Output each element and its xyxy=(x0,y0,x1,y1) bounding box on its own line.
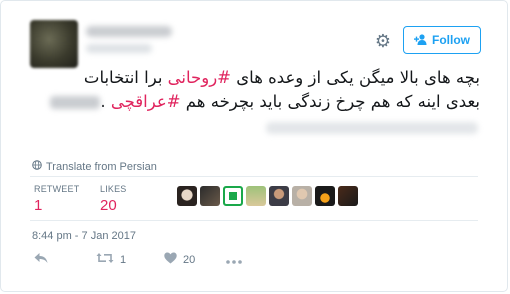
reply-icon xyxy=(34,252,48,268)
more-icon xyxy=(226,252,242,268)
liker-avatar[interactable] xyxy=(200,186,220,206)
user-name-redacted[interactable] xyxy=(86,26,172,37)
like-button[interactable]: 20 xyxy=(164,252,195,268)
likes-stat[interactable]: LIKES 20 xyxy=(100,184,127,214)
tweet-timestamp[interactable]: 8:44 pm - 7 Jan 2017 xyxy=(32,230,136,242)
liker-avatar[interactable] xyxy=(246,186,266,206)
divider-top xyxy=(30,176,478,177)
add-user-icon xyxy=(414,33,427,47)
liker-avatar[interactable] xyxy=(269,186,289,206)
hashtag-araghchi[interactable]: #عراقچی xyxy=(111,92,181,111)
liker-avatar[interactable] xyxy=(223,186,243,206)
redacted-word xyxy=(50,96,101,109)
follow-button[interactable]: Follow xyxy=(403,26,481,54)
hashtag-rouhani[interactable]: #روحانی xyxy=(168,68,231,87)
gear-icon[interactable]: ⚙ xyxy=(374,32,392,50)
heart-icon-svg xyxy=(164,252,177,264)
more-options-button[interactable] xyxy=(226,252,242,268)
reply-button[interactable] xyxy=(34,252,48,268)
retweet-icon xyxy=(96,252,114,268)
tweet-line1-pre: بچه های بالا میگن یکی از وعده های xyxy=(231,68,480,87)
liker-avatar[interactable] xyxy=(177,186,197,206)
retweet-stat-count: 1 xyxy=(34,197,43,214)
add-user-icon-svg xyxy=(414,33,427,45)
likes-stat-label: LIKES xyxy=(100,184,127,194)
tweet-line-2: بعدی اینه که هم چرخ زندگی باید بچرخه هم … xyxy=(30,90,480,114)
heart-icon xyxy=(164,252,177,268)
translate-label: Translate from Persian xyxy=(46,160,157,173)
tweet-line1-post: برا انتخابات xyxy=(83,68,168,87)
liker-avatar[interactable] xyxy=(315,186,335,206)
tweet-text: بچه های بالا میگن یکی از وعده های #روحان… xyxy=(30,66,480,114)
globe-icon-svg xyxy=(32,160,42,170)
tweet-line2-post: . xyxy=(100,92,111,111)
retweet-stat[interactable]: RETWEET 1 xyxy=(34,184,79,214)
liker-avatars xyxy=(177,186,358,206)
like-action-count: 20 xyxy=(183,254,196,266)
likes-stat-count: 20 xyxy=(100,197,117,214)
liker-avatar[interactable] xyxy=(292,186,312,206)
tweet-line-1: بچه های بالا میگن یکی از وعده های #روحان… xyxy=(30,66,480,90)
redacted-line xyxy=(266,122,478,134)
retweet-stat-label: RETWEET xyxy=(34,184,80,194)
reply-icon-svg xyxy=(34,253,48,263)
user-handle-redacted xyxy=(86,44,152,53)
divider-mid xyxy=(30,220,478,221)
avatar[interactable] xyxy=(30,20,78,68)
liker-avatar[interactable] xyxy=(338,186,358,206)
translate-link[interactable]: Translate from Persian xyxy=(32,160,157,173)
retweet-action-count: 1 xyxy=(120,254,127,266)
retweet-button[interactable]: 1 xyxy=(96,252,126,268)
globe-icon xyxy=(32,160,42,173)
retweet-icon-svg xyxy=(96,253,114,263)
tweet-line2-pre: بعدی اینه که هم چرخ زندگی باید بچرخه هم xyxy=(180,92,480,111)
more-icon-svg xyxy=(226,260,242,264)
follow-label: Follow xyxy=(432,33,470,47)
